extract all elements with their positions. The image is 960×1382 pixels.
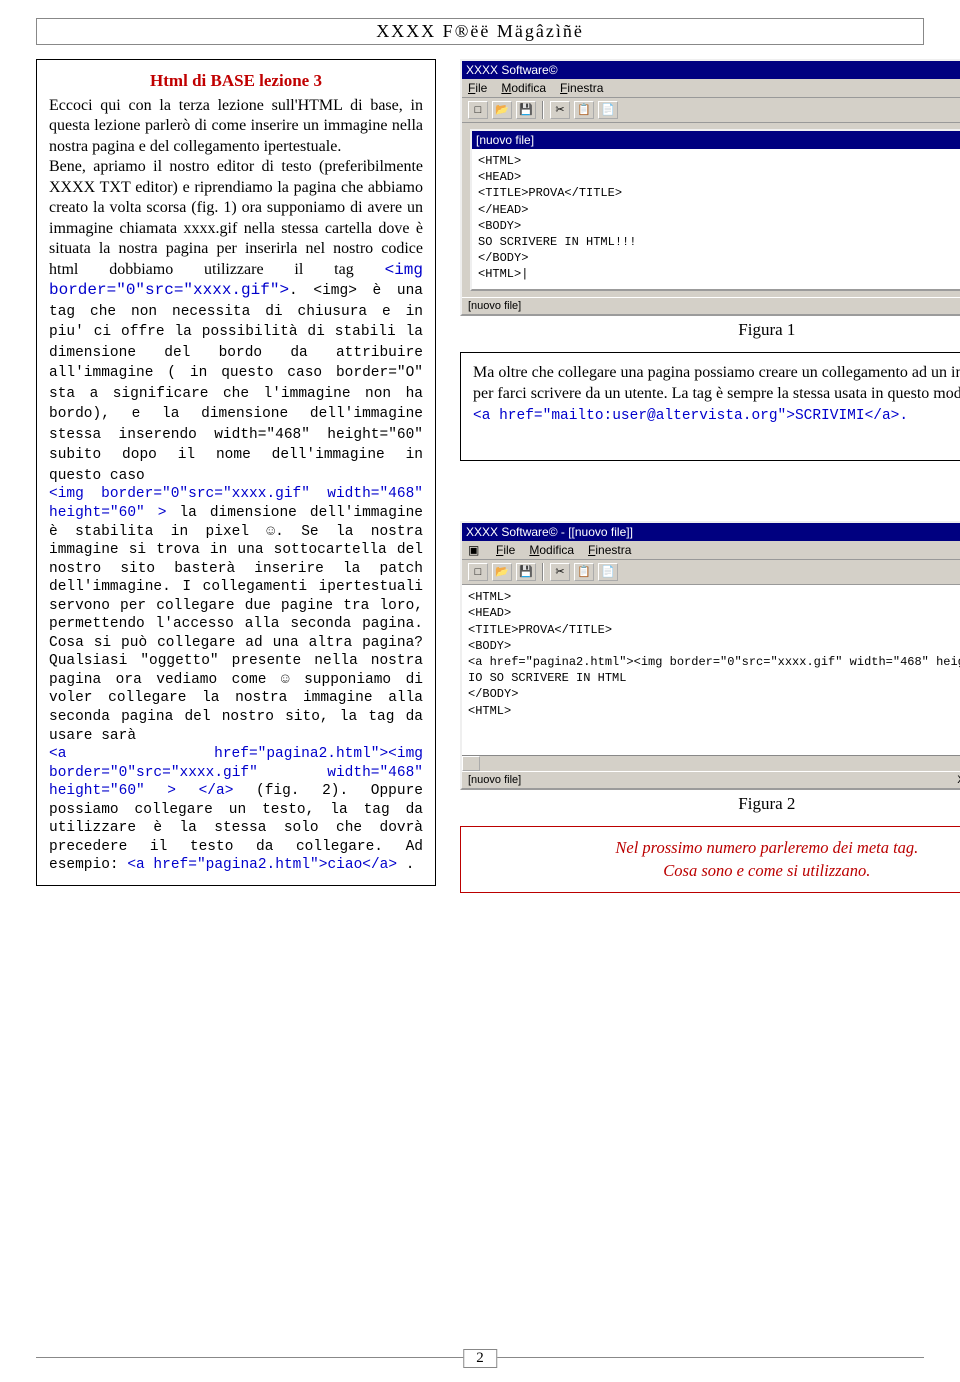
page-number: 2	[463, 1349, 497, 1368]
save-icon[interactable]: 💾	[516, 101, 536, 119]
sidebar-code: <a href="mailto:user@altervista.org">SCR…	[473, 408, 908, 424]
code-line: <TITLE>PROVA</TITLE>	[478, 185, 960, 201]
window-title: XXXX Software© - [[nuovo file]]	[466, 525, 633, 539]
article-title: Html di BASE lezione 3	[49, 70, 423, 92]
cut-icon[interactable]: ✂	[550, 101, 570, 119]
open-icon[interactable]: 📂	[492, 101, 512, 119]
figure-1-screenshot: XXXX Software© _ □ × File Modifica Fines…	[460, 59, 960, 316]
code-block-3: <a href="pagina2.html"><img border="0"sr…	[49, 745, 423, 875]
sidebar-text: Ma oltre che collegare una pagina possia…	[473, 364, 960, 402]
next-issue-line2: Cosa sono e come si utilizzano.	[473, 860, 960, 882]
new-icon[interactable]: □	[468, 101, 488, 119]
code-line: <HEAD>	[478, 169, 960, 185]
figure-2-screenshot: XXXX Software© - [[nuovo file]] _ □ × ▣ …	[460, 521, 960, 790]
next-issue-line1: Nel prossimo numero parleremo dei meta t…	[473, 837, 960, 859]
copy-icon[interactable]: 📋	[574, 563, 594, 581]
paste-icon[interactable]: 📄	[598, 563, 618, 581]
article-box: Html di BASE lezione 3 Eccoci qui con la…	[36, 59, 436, 886]
code-line: SO SCRIVERE IN HTML!!!	[478, 234, 960, 250]
code-line: <HTML>	[478, 153, 960, 169]
child-window-title: [nuovo file]	[476, 133, 534, 147]
menu-file[interactable]: File	[496, 543, 515, 557]
staff-signature: XXXX StaFF	[473, 429, 960, 450]
window-titlebar: XXXX Software© - [[nuovo file]] _ □ ×	[462, 523, 960, 541]
cut-icon[interactable]: ✂	[550, 563, 570, 581]
article-intro: Eccoci qui con la terza lezione sull'HTM…	[49, 96, 423, 157]
menubar: ▣ File Modifica Finestra	[462, 541, 960, 560]
article-para2: Bene, apriamo il nostro editor di testo …	[49, 157, 423, 485]
menu-window[interactable]: Finestra	[588, 543, 631, 557]
new-icon[interactable]: □	[468, 563, 488, 581]
menu-edit[interactable]: Modifica	[501, 81, 546, 95]
horizontal-scrollbar[interactable]	[462, 755, 960, 771]
next-issue-box: Nel prossimo numero parleremo dei meta t…	[460, 826, 960, 893]
open-icon[interactable]: 📂	[492, 563, 512, 581]
statusbar: [nuovo file]	[462, 297, 960, 314]
statusbar: [nuovo file] XXXX Txt Editor v. 1.0	[462, 771, 960, 788]
window-titlebar: XXXX Software© _ □ ×	[462, 61, 960, 79]
code-line: <HTML>	[468, 703, 960, 719]
sidebar-box: Ma oltre che collegare una pagina possia…	[460, 352, 960, 461]
code-line: <BODY>	[478, 218, 960, 234]
menubar: File Modifica Finestra	[462, 79, 960, 98]
paste-icon[interactable]: 📄	[598, 101, 618, 119]
figure-1-caption: Figura 1	[460, 320, 960, 340]
status-left: [nuovo file]	[468, 774, 521, 786]
code-line: <HEAD>	[468, 605, 960, 621]
status-left: [nuovo file]	[468, 300, 521, 312]
window-control-icon[interactable]: ▣	[468, 543, 482, 557]
figure-2-caption: Figura 2	[460, 794, 960, 814]
menu-edit[interactable]: Modifica	[529, 543, 574, 557]
code-line: </BODY>	[478, 250, 960, 266]
code-line: </HEAD>	[478, 202, 960, 218]
save-icon[interactable]: 💾	[516, 563, 536, 581]
mdi-child-window: [nuovo file] _ □ × <HTML> <HEAD> <TITLE>…	[470, 129, 960, 291]
code-line: <a href="pagina2.html"><img border="0"sr…	[468, 654, 960, 670]
code-block-2: <img border="0"src="xxxx.gif" width="468…	[49, 485, 423, 745]
copy-icon[interactable]: 📋	[574, 101, 594, 119]
menu-file[interactable]: File	[468, 81, 487, 95]
editor-textarea[interactable]: <HTML> <HEAD> <TITLE>PROVA</TITLE> </HEA…	[472, 149, 960, 289]
code-line: <BODY>	[468, 638, 960, 654]
magazine-header: XXXX F®ëë Mägâzìñë	[36, 18, 924, 45]
menu-window[interactable]: Finestra	[560, 81, 603, 95]
code-line: <HTML>|	[478, 266, 960, 282]
code-line: </BODY>	[468, 686, 960, 702]
code-line: <TITLE>PROVA</TITLE>	[468, 622, 960, 638]
toolbar: □ 📂 💾 ✂ 📋 📄	[462, 560, 960, 585]
code-line: <HTML>	[468, 589, 960, 605]
code-line: IO SO SCRIVERE IN HTML	[468, 670, 960, 686]
window-title: XXXX Software©	[466, 63, 558, 77]
editor-textarea[interactable]: <HTML> <HEAD> <TITLE>PROVA</TITLE> <BODY…	[462, 585, 960, 755]
toolbar: □ 📂 💾 ✂ 📋 📄	[462, 98, 960, 123]
